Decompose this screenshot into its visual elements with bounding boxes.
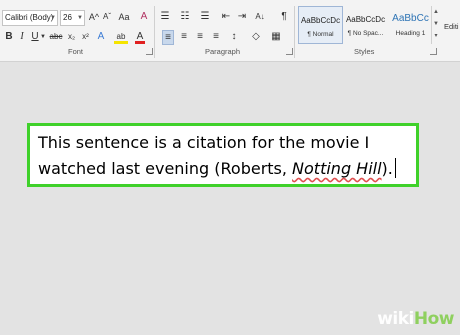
center-button[interactable]: ≡ — [178, 30, 190, 45]
align-right-button[interactable]: ≡ — [194, 30, 206, 45]
chevron-down-icon[interactable]: ▼ — [432, 18, 440, 30]
numbering-button[interactable]: ☷ — [178, 10, 192, 25]
font-dialog-launcher-icon[interactable] — [146, 48, 153, 55]
line-spacing-button[interactable]: ↕ — [228, 30, 240, 45]
style-heading-1[interactable]: AaBbCc Heading 1 — [388, 6, 433, 44]
sort-button[interactable]: A↓ — [253, 10, 267, 25]
group-label-styles: Styles — [354, 47, 375, 56]
style-name: Heading 1 — [395, 30, 426, 37]
style-normal[interactable]: AaBbCcDc ¶ Normal — [298, 6, 343, 44]
superscript-button[interactable]: x² — [80, 30, 91, 45]
chevron-down-icon: ▼ — [50, 15, 56, 21]
subscript-button[interactable]: x₂ — [66, 30, 77, 45]
watermark-how: How — [413, 309, 455, 329]
borders-button[interactable]: ▦ — [270, 30, 282, 45]
ribbon: Calibri (Body) ▼ 26 ▼ A^ Aˇ Aa A ☰ ☷ ☰ ⇤… — [0, 0, 460, 62]
align-left-button[interactable]: ≡ — [162, 30, 174, 45]
font-name-box[interactable]: Calibri (Body) ▼ — [2, 10, 58, 26]
styles-scroll[interactable]: ▲ ▼ ▾ — [431, 6, 440, 44]
style-name: ¶ Normal — [307, 31, 334, 38]
styles-dialog-launcher-icon[interactable] — [430, 48, 437, 55]
underline-button[interactable]: U — [30, 30, 40, 45]
sentence-end: ). — [381, 159, 393, 178]
justify-button[interactable]: ≡ — [210, 30, 222, 45]
highlighted-citation-box: This sentence is a citation for the movi… — [27, 123, 419, 187]
show-marks-button[interactable]: ¶ — [278, 10, 290, 25]
group-divider — [294, 6, 295, 58]
shading-button[interactable]: ◇ — [250, 30, 262, 45]
strikethrough-button[interactable]: abc — [49, 30, 63, 45]
style-name: ¶ No Spac... — [347, 30, 384, 37]
font-name-value: Calibri (Body) — [5, 13, 54, 22]
decrease-indent-button[interactable]: ⇤ — [220, 10, 232, 25]
styles-gallery: AaBbCcDc ¶ Normal AaBbCcDc ¶ No Spac... … — [298, 6, 433, 44]
italic-button[interactable]: I — [17, 30, 27, 45]
more-styles-icon[interactable]: ▾ — [432, 30, 440, 42]
multilevel-list-button[interactable]: ☰ — [198, 10, 212, 25]
bullets-button[interactable]: ☰ — [158, 10, 172, 25]
group-label-paragraph: Paragraph — [205, 47, 241, 56]
style-preview: AaBbCc — [392, 13, 429, 24]
clear-formatting-button[interactable]: A — [138, 10, 150, 25]
font-size-value: 26 — [63, 13, 72, 22]
group-divider — [154, 6, 155, 58]
style-preview: AaBbCcDc — [345, 15, 386, 24]
font-size-box[interactable]: 26 ▼ — [60, 10, 85, 26]
chevron-down-icon: ▼ — [40, 34, 46, 40]
paragraph-dialog-launcher-icon[interactable] — [286, 48, 293, 55]
style-preview: AaBbCcDc — [300, 16, 341, 25]
chevron-up-icon[interactable]: ▲ — [432, 6, 440, 18]
wikihow-watermark: wikiHow — [377, 309, 454, 329]
shrink-font-button[interactable]: Aˇ — [101, 10, 113, 25]
watermark-wiki: wiki — [377, 309, 414, 329]
increase-indent-button[interactable]: ⇥ — [236, 10, 248, 25]
text-effects-button[interactable]: A — [96, 30, 106, 45]
bold-button[interactable]: B — [4, 30, 14, 45]
chevron-down-icon: ▼ — [77, 15, 83, 21]
highlight-color-button[interactable]: ab — [114, 30, 128, 44]
grow-font-button[interactable]: A^ — [88, 10, 100, 25]
style-no-spacing[interactable]: AaBbCcDc ¶ No Spac... — [343, 6, 388, 44]
text-cursor — [394, 158, 396, 178]
change-case-button[interactable]: Aa — [117, 10, 131, 25]
movie-title: Notting Hill — [292, 159, 382, 178]
group-label-font: Font — [68, 47, 84, 56]
citation-sentence[interactable]: This sentence is a citation for the movi… — [38, 130, 412, 182]
document-area[interactable]: This sentence is a citation for the movi… — [0, 62, 460, 335]
font-color-button[interactable]: A — [135, 30, 145, 44]
editing-button[interactable]: Editi — [444, 22, 459, 31]
